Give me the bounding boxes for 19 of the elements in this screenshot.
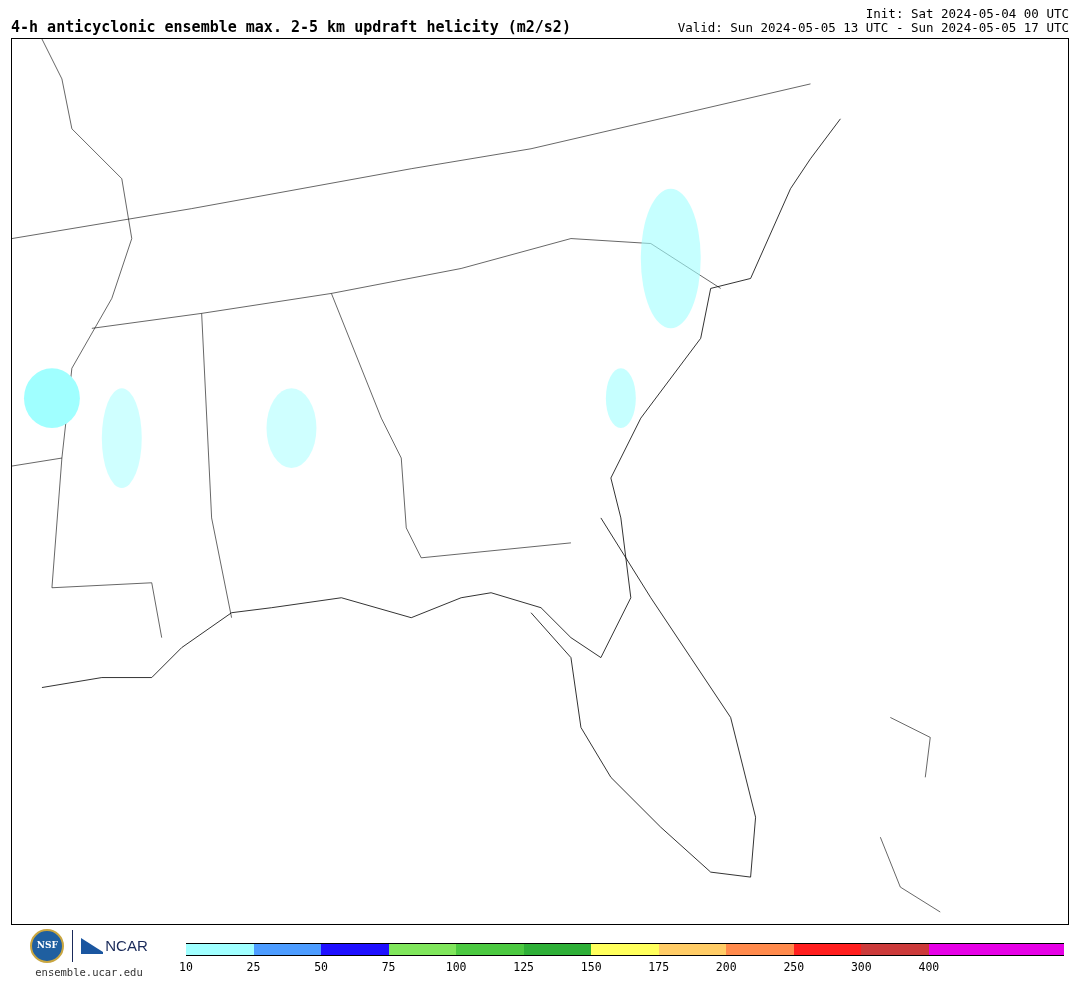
legend-tick-label: 300 [850, 962, 872, 974]
chart-title: 4-h anticyclonic ensemble max. 2-5 km updraft helicity (m2/s2) [11, 20, 571, 35]
init-time: Init: Sat 2024-05-04 00 UTC [865, 7, 1069, 21]
legend-tick-label: 150 [580, 962, 602, 974]
legend-tick-label: 75 [381, 962, 396, 974]
legend-tick-label: 200 [715, 962, 737, 974]
legend-tick-label: 400 [918, 962, 940, 974]
site-url: ensemble.ucar.edu [35, 965, 143, 980]
legend-tick-label: 175 [648, 962, 670, 974]
ncar-mark-icon [81, 938, 104, 954]
legend-tick-label: 10 [179, 962, 193, 974]
legend-tick-label: 50 [314, 962, 328, 974]
legend-tick-label: 125 [513, 962, 535, 974]
legend-tick-label: 25 [246, 962, 261, 974]
legend-tick-label: 250 [783, 962, 805, 974]
legend-tick-label: 100 [445, 962, 467, 974]
valid-time: Valid: Sun 2024-05-05 13 UTC - Sun 2024-05-05 17 UTC [677, 21, 1069, 35]
ncar-logo: NCAR [81, 934, 148, 958]
nsf-logo: NSF [30, 929, 65, 963]
